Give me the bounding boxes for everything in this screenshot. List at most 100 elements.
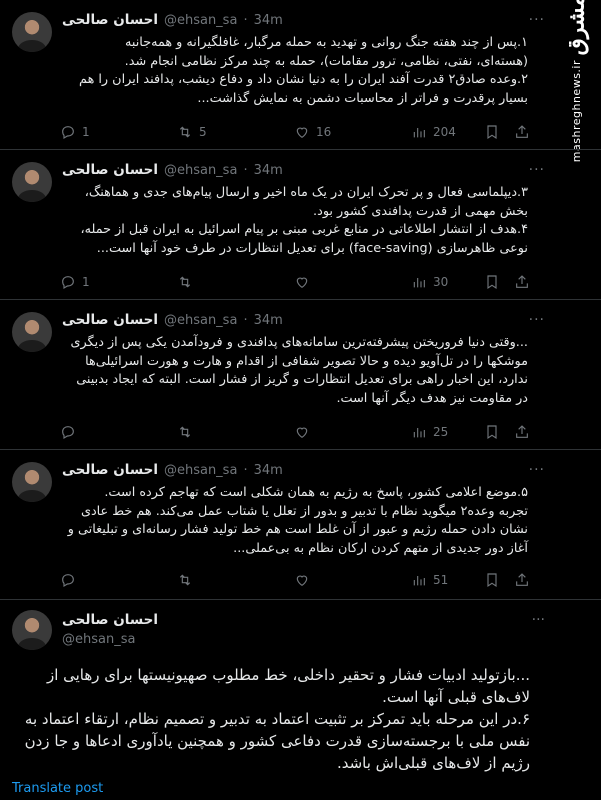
repost-icon: [179, 126, 191, 138]
tweet-line: نوعی ظاهرسازی (face-saving) برای تعدیل ا…: [96, 240, 528, 256]
more-options-icon[interactable]: ···: [529, 12, 545, 28]
author-name[interactable]: احسان صالحی: [62, 162, 158, 178]
author-handle[interactable]: @ehsan_sa: [62, 632, 135, 647]
bookmark-button[interactable]: [484, 424, 500, 440]
reply-button[interactable]: [60, 572, 177, 588]
views-icon: [413, 128, 425, 138]
like-button[interactable]: [294, 572, 411, 588]
share-button[interactable]: [514, 124, 530, 140]
tweet-header: احسان صالحی @ehsan_sa · 34m: [62, 160, 283, 180]
bookmark-icon: [487, 125, 497, 140]
reply-button[interactable]: [60, 424, 177, 440]
reply-icon: [62, 574, 74, 588]
avatar[interactable]: [12, 162, 52, 202]
separator-dot: ·: [243, 162, 248, 178]
reply-count: 1: [82, 275, 90, 289]
bookmark-button[interactable]: [484, 572, 500, 588]
tweet-line: ۳.دیپلماسی فعال و پر تحرک ایران در یک ما…: [84, 185, 528, 200]
tweet-text: ...بازتولید ادبیات فشار و تحقیر داخلی، خ…: [12, 664, 530, 774]
views-icon: [413, 278, 425, 288]
bookmark-icon: [487, 573, 497, 588]
like-button[interactable]: [294, 424, 411, 440]
separator-dot: ·: [243, 462, 248, 478]
reply-button[interactable]: 1: [60, 274, 177, 290]
author-name[interactable]: احسان صالحی: [62, 462, 158, 478]
translate-post-link[interactable]: Translate post: [12, 781, 103, 796]
share-icon: [516, 125, 528, 138]
avatar[interactable]: [12, 462, 52, 502]
tweet-text: ۳.دیپلماسی فعال و پر تحرک ایران در یک ما…: [62, 184, 529, 258]
author-name[interactable]: احسان صالحی: [62, 612, 158, 628]
views-icon: [413, 428, 425, 438]
tweet-line: آغاز دور جدیدی از متهم کردن ارکان نظام ب…: [233, 540, 528, 556]
tweet-line: نشان دادن حمله رژیم و عبور از آن غلط است…: [67, 522, 528, 537]
share-button[interactable]: [514, 274, 530, 290]
more-options-icon[interactable]: ···: [529, 462, 545, 478]
tweet-line: ۵.موضع اعلامی کشور، پاسخ به رژیم به همان…: [104, 485, 528, 500]
author-handle[interactable]: @ehsan_sa: [164, 163, 237, 178]
share-icon: [516, 573, 528, 586]
share-button[interactable]: [514, 424, 530, 440]
tweet-text: ۱.پس از چند هفته جنگ روانی و تهدید به حم…: [62, 34, 528, 108]
tweet-header: احسان صالحی @ehsan_sa · 34m: [62, 460, 283, 480]
tweet-line: ۱.پس از چند هفته جنگ روانی و تهدید به حم…: [125, 35, 528, 50]
views-button[interactable]: 25: [411, 424, 528, 440]
separator-dot: ·: [243, 12, 248, 28]
tweet[interactable]: احسان صالحی @ehsan_sa · 34m ··· ...وقتی …: [0, 300, 601, 450]
like-count: 16: [316, 125, 332, 139]
views-count: 204: [433, 125, 456, 139]
views-count: 51: [433, 573, 449, 587]
author-handle[interactable]: @ehsan_sa: [164, 463, 237, 478]
tweet[interactable]: احسان صالحی @ehsan_sa · 34m ··· ۳.دیپلما…: [0, 150, 601, 300]
reply-icon: [62, 426, 74, 440]
timestamp[interactable]: 34m: [254, 163, 283, 178]
like-button[interactable]: [294, 274, 411, 290]
action-bar: 1 30: [60, 272, 530, 292]
tweet-line: (هسته‌ای، نفتی، نظامی، ترور مقامات)، حمل…: [124, 53, 528, 69]
views-icon: [413, 576, 425, 586]
repost-icon: [179, 276, 191, 288]
author-handle[interactable]: @ehsan_sa: [164, 13, 237, 28]
timestamp[interactable]: 34m: [254, 463, 283, 478]
views-button[interactable]: 204: [411, 124, 528, 140]
tweet-text: ۵.موضع اعلامی کشور، پاسخ به رژیم به همان…: [62, 484, 528, 558]
tweet-text: ...وقتی دنیا فروریختن پیشرفته‌ترین سامان…: [62, 334, 528, 408]
author-name[interactable]: احسان صالحی: [62, 12, 158, 28]
tweet[interactable]: احسان صالحی @ehsan_sa · 34m ··· ۵.موضع ا…: [0, 450, 601, 600]
avatar[interactable]: [12, 12, 52, 52]
bookmark-button[interactable]: [484, 124, 500, 140]
action-bar: 25: [60, 422, 530, 442]
views-button[interactable]: 30: [411, 274, 528, 290]
views-count: 25: [433, 425, 449, 439]
timestamp[interactable]: 34m: [254, 313, 283, 328]
repost-button[interactable]: [177, 572, 294, 588]
more-options-icon[interactable]: ···: [532, 612, 545, 628]
author-handle[interactable]: @ehsan_sa: [164, 313, 237, 328]
tweet-line: ندارد، این اخبار راهی برای تعدیل انتظارا…: [76, 372, 528, 387]
repost-button[interactable]: [177, 424, 294, 440]
share-button[interactable]: [514, 572, 530, 588]
action-bar: 1 5 16 204: [60, 122, 530, 142]
bookmark-button[interactable]: [484, 274, 500, 290]
repost-button[interactable]: 5: [177, 124, 294, 140]
like-button[interactable]: 16: [294, 124, 411, 140]
repost-icon: [179, 574, 191, 586]
tweet-header: احسان صالحی @ehsan_sa · 34m: [62, 10, 283, 30]
heart-icon: [296, 127, 308, 139]
more-options-icon[interactable]: ···: [529, 162, 545, 178]
reply-button[interactable]: 1: [60, 124, 177, 140]
tweet[interactable]: احسان صالحی @ehsan_sa · 34m ··· ۱.پس از …: [0, 0, 601, 150]
tweet-line: ۶.در این مرحله باید تمرکز بر تثبیت اعتما…: [24, 710, 530, 728]
avatar[interactable]: [12, 610, 52, 650]
tweet-line: در مقاومت نیز هدف دیگر آنها است.: [336, 390, 528, 406]
tweet-header: احسان صالحی @ehsan_sa · 34m: [62, 310, 283, 330]
more-options-icon[interactable]: ···: [529, 312, 545, 328]
tweet-line: ...بازتولید ادبیات فشار و تحقیر داخلی، خ…: [46, 666, 530, 684]
heart-icon: [296, 427, 308, 439]
tweet-line: بخش مهمی از قدرت پدافندی کشور بود.: [313, 203, 528, 219]
avatar[interactable]: [12, 312, 52, 352]
views-button[interactable]: 51: [411, 572, 528, 588]
repost-button[interactable]: [177, 274, 294, 290]
author-name[interactable]: احسان صالحی: [62, 312, 158, 328]
timestamp[interactable]: 34m: [254, 13, 283, 28]
